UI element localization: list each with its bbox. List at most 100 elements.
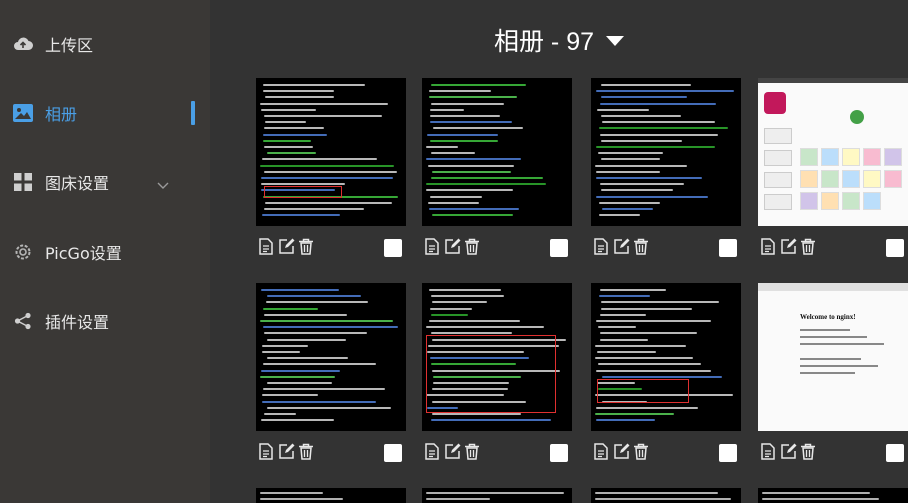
terminal-line xyxy=(426,326,544,329)
terminal-line xyxy=(267,406,391,409)
delete-icon[interactable] xyxy=(464,238,482,256)
edit-icon[interactable] xyxy=(780,443,798,461)
terminal-line xyxy=(262,158,377,161)
sidebar-item-label: PicGo设置 xyxy=(45,244,122,263)
terminal-line xyxy=(433,127,523,130)
terminal-line xyxy=(601,158,660,161)
delete-icon[interactable] xyxy=(633,238,651,256)
terminal-line xyxy=(595,344,686,347)
delete-icon[interactable] xyxy=(464,443,482,461)
copy-link-icon[interactable] xyxy=(760,443,778,461)
terminal-line xyxy=(431,419,551,422)
copy-link-icon[interactable] xyxy=(258,238,276,256)
sidebar-item-plugin-settings[interactable]: 插件设置 xyxy=(0,301,210,341)
dashboard-tile xyxy=(800,148,818,166)
edit-icon[interactable] xyxy=(613,238,631,256)
terminal-line xyxy=(600,338,648,341)
sidebar-item-picbed-settings[interactable]: 图床设置 xyxy=(0,162,210,202)
select-checkbox[interactable] xyxy=(719,444,737,462)
logo-image xyxy=(764,92,786,114)
select-checkbox[interactable] xyxy=(384,444,402,462)
active-indicator xyxy=(191,101,195,125)
select-checkbox[interactable] xyxy=(719,239,737,257)
image-thumbnail[interactable]: Welcome to nginx! xyxy=(758,283,908,431)
album-title-dropdown[interactable]: 相册 - 97 xyxy=(493,22,625,58)
terminal-line xyxy=(263,307,318,310)
edit-icon[interactable] xyxy=(613,443,631,461)
terminal-line xyxy=(426,498,490,500)
delete-icon[interactable] xyxy=(800,443,818,461)
select-checkbox[interactable] xyxy=(384,239,402,257)
terminal-line xyxy=(601,84,691,86)
image-thumbnail[interactable] xyxy=(256,488,406,503)
terminal-line xyxy=(600,332,697,335)
terminal-line xyxy=(596,369,711,372)
terminal-line xyxy=(428,164,514,167)
delete-icon[interactable] xyxy=(298,238,316,256)
image-thumbnail[interactable] xyxy=(591,488,741,503)
terminal-line xyxy=(599,214,640,217)
card-actions xyxy=(422,238,572,258)
select-checkbox[interactable] xyxy=(550,444,568,462)
delete-icon[interactable] xyxy=(298,443,316,461)
dashboard-tile xyxy=(863,148,881,166)
edit-icon[interactable] xyxy=(780,238,798,256)
delete-icon[interactable] xyxy=(800,238,818,256)
dashboard-tile xyxy=(842,192,860,210)
page-title: 相册 - 97 xyxy=(493,28,595,56)
terminal-line xyxy=(600,183,684,186)
side-panel-item xyxy=(764,194,792,210)
image-thumbnail[interactable] xyxy=(758,78,908,226)
image-thumbnail[interactable] xyxy=(422,78,572,226)
terminal-line xyxy=(264,208,364,210)
copy-link-icon[interactable] xyxy=(424,238,442,256)
terminal-line xyxy=(600,313,646,316)
delete-icon[interactable] xyxy=(633,443,651,461)
sidebar-item-album[interactable]: 相册 xyxy=(0,93,210,133)
terminal-line xyxy=(263,326,398,329)
copy-link-icon[interactable] xyxy=(258,443,276,461)
copy-link-icon[interactable] xyxy=(593,443,611,461)
terminal-line xyxy=(596,320,711,322)
image-thumbnail[interactable] xyxy=(591,283,741,431)
terminal-line xyxy=(262,351,300,353)
image-thumbnail[interactable] xyxy=(256,283,406,431)
image-thumbnail[interactable] xyxy=(256,78,406,226)
caret-down-icon xyxy=(606,36,625,46)
edit-icon[interactable] xyxy=(278,238,296,256)
terminal-line xyxy=(264,115,382,117)
copy-link-icon[interactable] xyxy=(424,443,442,461)
terminal-line xyxy=(429,96,517,99)
cloud-upload-icon xyxy=(13,34,33,54)
terminal-line xyxy=(261,183,345,186)
edit-icon[interactable] xyxy=(444,443,462,461)
terminal-line xyxy=(260,102,388,105)
terminal-line xyxy=(263,90,334,93)
copy-link-icon[interactable] xyxy=(593,238,611,256)
terminal-line xyxy=(427,133,498,136)
terminal-line xyxy=(432,214,513,217)
browser-tabbar xyxy=(758,283,908,291)
select-checkbox[interactable] xyxy=(550,239,568,257)
image-thumbnail[interactable] xyxy=(422,488,572,503)
select-checkbox[interactable] xyxy=(886,239,904,257)
terminal-line xyxy=(261,419,334,422)
select-checkbox[interactable] xyxy=(886,444,904,462)
image-thumbnail[interactable] xyxy=(758,488,908,503)
terminal-line xyxy=(265,121,306,124)
card-actions xyxy=(758,238,908,258)
terminal-line xyxy=(263,139,311,142)
edit-icon[interactable] xyxy=(444,238,462,256)
terminal-line xyxy=(431,84,526,86)
image-thumbnail[interactable] xyxy=(591,78,741,226)
sidebar-item-picgo-settings[interactable]: PicGo设置 xyxy=(0,232,210,272)
edit-icon[interactable] xyxy=(278,443,296,461)
side-panel-item xyxy=(764,172,792,188)
copy-link-icon[interactable] xyxy=(760,238,778,256)
sidebar-item-label: 上传区 xyxy=(45,36,94,55)
sidebar-item-upload[interactable]: 上传区 xyxy=(0,24,210,64)
dashboard-tile xyxy=(863,192,881,210)
terminal-line xyxy=(429,320,520,322)
image-thumbnail[interactable] xyxy=(422,283,572,431)
terminal-line xyxy=(267,382,332,384)
